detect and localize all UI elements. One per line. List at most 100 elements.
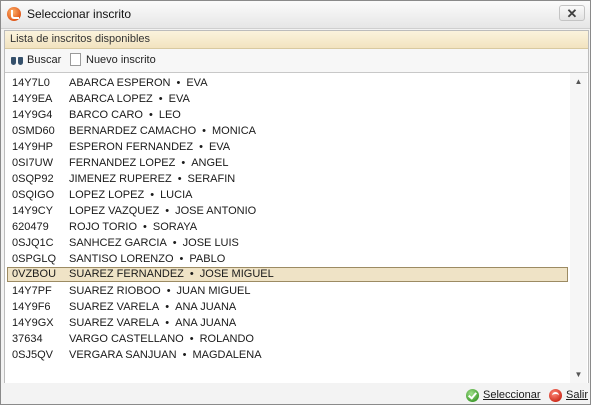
enrollee-first-name: ROLANDO [199,333,254,345]
enrollee-surname: SUAREZ VARELA [69,301,160,313]
window-title: Seleccionar inscrito [27,7,132,21]
title-bar[interactable]: Seleccionar inscrito ✕ [1,1,590,29]
name-separator: • [202,125,206,137]
enrollee-code: 0SPGLQ [12,253,57,265]
list-item[interactable]: 14Y9G4 BARCO CARO • LEO [5,107,569,123]
enrollee-first-name: EVA [208,141,231,153]
list-item[interactable]: 14Y7L0 ABARCA ESPERON • EVA [5,75,569,91]
list-item[interactable]: 0SI7UW FERNANDEZ LOPEZ • ANGEL [5,155,569,171]
enrollee-first-name: LEO [158,109,181,121]
enrollee-code: 14Y9EA [12,93,53,105]
select-button[interactable]: Seleccionar [466,388,540,402]
close-button[interactable]: ✕ [559,5,585,21]
enrollee-surname: ABARCA ESPERON [69,77,171,89]
enrollee-first-name: MONICA [211,125,256,137]
enrollee-first-name: LUCIA [160,189,193,201]
search-label: Buscar [27,54,62,66]
name-separator: • [182,349,187,361]
check-icon [466,389,479,402]
app-logo-icon [7,7,21,21]
enrollee-code: 14Y9GX [12,317,54,329]
enrollee-surname: SANHCEZ GARCIA [69,237,167,249]
name-separator: • [165,317,170,329]
enrollee-name: SANHCEZ GARCIA • JOSE LUIS [69,235,239,251]
enrollee-name: SUAREZ FERNANDEZ • JOSE MIGUEL [69,268,274,281]
scroll-up-button[interactable]: ▲ [570,73,587,90]
name-separator: • [165,205,170,217]
enrollee-surname: SUAREZ FERNANDEZ [69,268,184,280]
scroll-down-button[interactable]: ▼ [570,366,587,383]
enrollee-code: 0SJ5QV [12,349,53,361]
enrollee-first-name: EVA [186,77,208,89]
enrollee-surname: BERNARDEZ CAMACHO [69,125,197,137]
name-separator: • [172,237,177,249]
enrollee-code: 14Y7L0 [12,77,50,89]
enrollee-first-name: ANA JUANA [175,317,237,329]
enrollee-list[interactable]: 14Y7L0 ABARCA ESPERON • EVA 14Y9EA ABARCA LOP… [5,72,588,383]
enrollee-code: 0VZBOU [12,268,57,280]
list-item[interactable]: 0SMD60 BERNARDEZ CAMACHO • MONICA [5,123,569,139]
name-separator: • [165,301,170,313]
name-separator: • [199,141,203,153]
enrollee-surname: ESPERON FERNANDEZ [69,141,194,153]
name-separator: • [148,109,153,121]
enrollee-first-name: PABLO [189,253,226,265]
enrollee-name: SUAREZ VARELA • ANA JUANA [69,315,236,331]
list-item[interactable]: 0SJ5QV VERGARA SANJUAN • MAGDALENA [5,347,569,363]
enrollee-surname: ABARCA LOPEZ [69,93,153,105]
select-label: Seleccionar [483,389,541,401]
list-item[interactable]: 0SQIGO LOPEZ LOPEZ • LUCIA [5,187,569,203]
enrollee-name: BERNARDEZ CAMACHO • MONICA [69,123,256,139]
list-item[interactable]: 620479 ROJO TORIO • SORAYA [5,219,569,235]
enrollee-first-name: JOSE MIGUEL [199,268,274,280]
list-item[interactable]: 14Y9GX SUAREZ VARELA • ANA JUANA [5,315,569,331]
enrollee-name: JIMENEZ RUPEREZ • SERAFIN [69,171,235,187]
enrollee-first-name: JUAN MIGUEL [176,285,251,297]
enrollee-surname: VARGO CASTELLANO [69,333,184,345]
enrollee-code: 0SI7UW [12,157,53,169]
enrollee-surname: SUAREZ VARELA [69,317,160,329]
list-item[interactable]: 37634 VARGO CASTELLANO • ROLANDO [5,331,569,347]
enrollee-code: 620479 [12,221,49,233]
enrollee-surname: SANTISO LORENZO [69,253,174,265]
list-item[interactable]: 0SJQ1C SANHCEZ GARCIA • JOSE LUIS [5,235,569,251]
enrollee-name: SUAREZ RIOBOO • JUAN MIGUEL [69,283,251,299]
enrollee-name: SANTISO LORENZO • PABLO [69,251,225,267]
enrollee-first-name: JOSE LUIS [182,237,239,249]
vertical-scrollbar[interactable]: ▲ ▼ [570,73,587,383]
list-item[interactable]: 14Y9F6 SUAREZ VARELA • ANA JUANA [5,299,569,315]
exit-button[interactable]: Salir [549,388,589,402]
name-separator: • [177,173,182,185]
enrollee-code: 0SQIGO [12,189,55,201]
enrollee-surname: FERNANDEZ LOPEZ [69,157,176,169]
enrollee-code: 14Y7PF [12,285,52,297]
new-enrollee-button[interactable]: Nuevo inscrito [69,52,163,68]
dialog-window: Seleccionar inscrito ✕ Lista de inscrito… [0,0,591,405]
panel-title: Lista de inscritos disponibles [10,33,151,45]
name-separator: • [176,77,181,89]
enrollee-surname: BARCO CARO [69,109,143,121]
list-item[interactable]: 0SPGLQ SANTISO LORENZO • PABLO [5,251,569,267]
name-separator: • [143,221,147,233]
enrollee-surname: VERGARA SANJUAN [69,349,177,361]
enrollee-first-name: SERAFIN [187,173,236,185]
list-item[interactable]: 0VZBOU SUAREZ FERNANDEZ • JOSE MIGUEL [7,267,568,282]
enrollee-name: ROJO TORIO • SORAYA [69,219,197,235]
list-item[interactable]: 14Y9HP ESPERON FERNANDEZ • EVA [5,139,569,155]
name-separator: • [179,253,184,265]
list-item[interactable]: 0SQP92 JIMENEZ RUPEREZ • SERAFIN [5,171,569,187]
enrollee-first-name: ANA JUANA [175,301,237,313]
enrollee-first-name: JOSE ANTONIO [175,205,257,217]
enrollee-code: 0SQP92 [12,173,54,185]
name-separator: • [158,93,163,105]
enrollee-code: 37634 [12,333,43,345]
list-item[interactable]: 14Y9CY LOPEZ VAZQUEZ • JOSE ANTONIO [5,203,569,219]
list-item[interactable]: 14Y9EA ABARCA LOPEZ • EVA [5,91,569,107]
document-icon [70,53,81,66]
enrollee-first-name: SORAYA [152,221,198,233]
enrollee-name: LOPEZ VAZQUEZ • JOSE ANTONIO [69,203,256,219]
exit-label: Salir [566,389,589,401]
list-item[interactable]: 14Y7PF SUAREZ RIOBOO • JUAN MIGUEL [5,283,569,299]
search-button[interactable]: Buscar [10,52,66,68]
name-separator: • [189,333,194,345]
